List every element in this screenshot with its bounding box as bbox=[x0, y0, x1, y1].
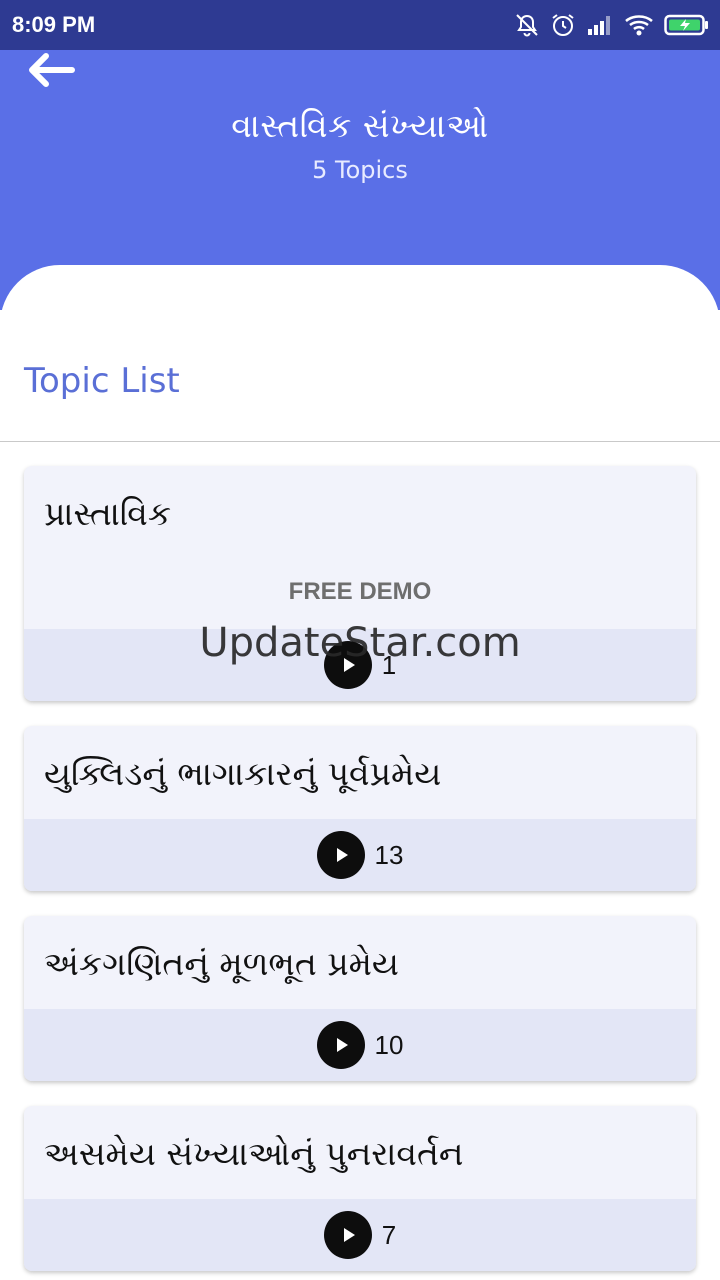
play-icon[interactable] bbox=[323, 1211, 372, 1259]
battery-charging-icon bbox=[664, 13, 710, 37]
topics-count: 5 Topics bbox=[312, 156, 408, 184]
topic-footer: 10 bbox=[24, 1009, 696, 1081]
status-time: 8:09 PM bbox=[12, 12, 96, 37]
video-count: 7 bbox=[381, 1219, 397, 1250]
topic-card[interactable]: યુક્લિડનું ભાગાકારનું પૂર્વપ્રમેય 13 bbox=[24, 726, 696, 891]
wifi-icon bbox=[624, 13, 654, 37]
topic-name: અંકગણિતનું મૂળભૂત પ્રમેય bbox=[44, 944, 399, 983]
video-count: 10 bbox=[374, 1029, 404, 1060]
signal-icon bbox=[586, 13, 614, 37]
video-count: 1 bbox=[381, 649, 397, 680]
play-icon[interactable] bbox=[316, 1021, 365, 1069]
alarm-icon bbox=[550, 12, 576, 38]
mute-icon bbox=[514, 12, 540, 38]
topic-card[interactable]: પ્રાસ્તાવિક FREE DEMO 1 bbox=[24, 466, 696, 701]
back-button[interactable] bbox=[22, 50, 84, 90]
section-title: Topic List bbox=[24, 361, 180, 401]
play-icon[interactable] bbox=[323, 641, 372, 689]
divider bbox=[0, 441, 720, 442]
play-count: 13 bbox=[24, 819, 696, 891]
topic-card[interactable]: અસમેય સંખ્યાઓનું પુનરાવર્તન 7 bbox=[24, 1106, 696, 1271]
status-icons bbox=[514, 10, 710, 40]
topic-card[interactable]: અંકગણિતનું મૂળભૂત પ્રમેય 10 bbox=[24, 916, 696, 1081]
status-bar: 8:09 PM bbox=[0, 0, 720, 50]
topic-footer: 7 bbox=[24, 1199, 696, 1271]
topic-name: યુક્લિડનું ભાગાકારનું પૂર્વપ્રમેય bbox=[44, 754, 442, 793]
topic-footer: 1 bbox=[24, 629, 696, 701]
free-demo-badge: FREE DEMO bbox=[288, 578, 432, 605]
app-screen: 8:09 PM વાસ્તવિક સંખ્યાઓ 5 Topics Topic … bbox=[0, 0, 720, 1280]
video-count: 13 bbox=[374, 839, 404, 870]
arrow-left-icon bbox=[22, 53, 80, 94]
play-icon[interactable] bbox=[316, 831, 365, 879]
page-title: વાસ્તવિક સંખ્યાઓ bbox=[231, 106, 489, 145]
topic-name: અસમેય સંખ્યાઓનું પુનરાવર્તન bbox=[44, 1134, 464, 1173]
play-count: 1 bbox=[24, 629, 696, 701]
play-count: 7 bbox=[24, 1199, 696, 1271]
topic-name: પ્રાસ્તાવિક bbox=[44, 494, 172, 533]
play-count: 10 bbox=[24, 1009, 696, 1081]
topic-footer: 13 bbox=[24, 819, 696, 891]
